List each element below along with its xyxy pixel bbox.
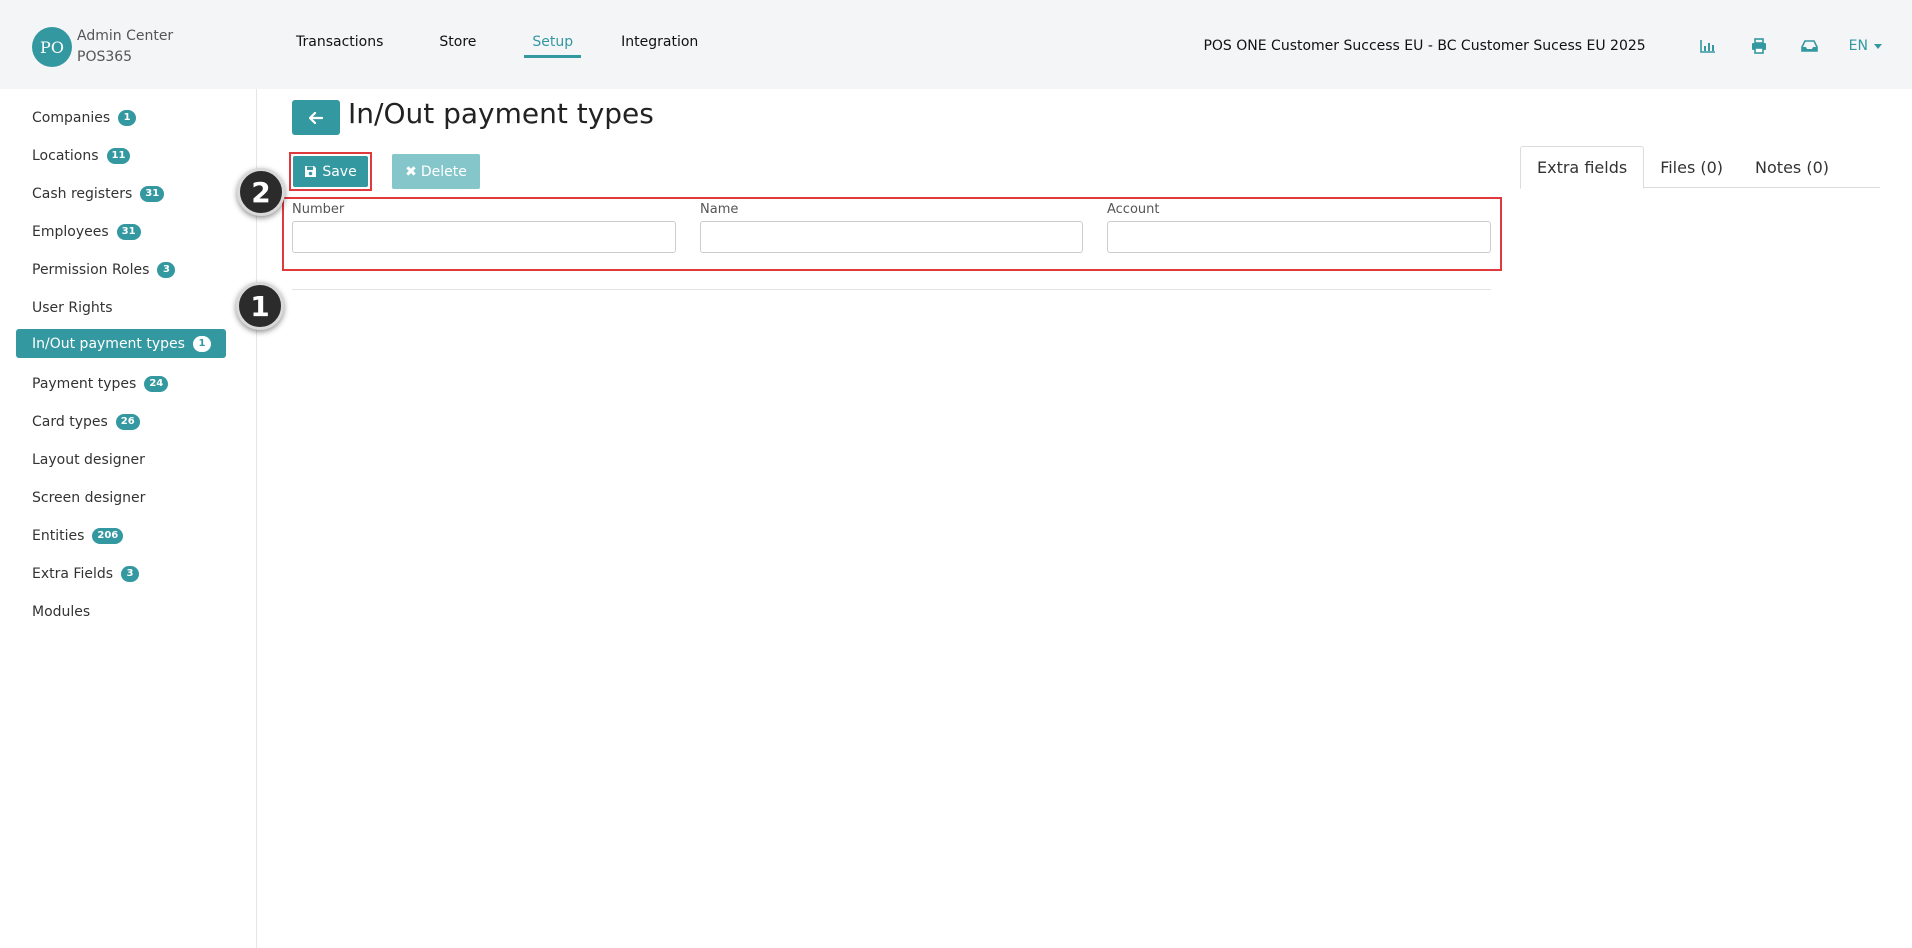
sidebar-item-label: In/Out payment types xyxy=(32,335,185,352)
sidebar-item-extra-fields[interactable]: Extra Fields 3 xyxy=(16,559,226,588)
organization-name[interactable]: POS ONE Customer Success EU - BC Custome… xyxy=(1203,38,1645,54)
sidebar-item-label: Companies xyxy=(32,109,111,126)
delete-label: Delete xyxy=(420,163,467,180)
language-label: EN xyxy=(1848,38,1868,54)
top-bar: PO Admin Center POS365 Transactions Stor… xyxy=(0,0,1912,89)
number-label: Number xyxy=(292,202,345,217)
main-nav: Transactions Store Setup Integration xyxy=(296,34,698,58)
language-select[interactable]: EN xyxy=(1849,38,1882,54)
sidebar-item-payment-types[interactable]: Payment types 24 xyxy=(16,369,226,398)
number-input[interactable] xyxy=(292,221,676,253)
arrow-left-icon xyxy=(309,111,323,124)
count-badge: 3 xyxy=(157,261,176,278)
sidebar-item-companies[interactable]: Companies 1 xyxy=(16,103,226,132)
sidebar-item-user-rights[interactable]: User Rights xyxy=(16,293,226,322)
sidebar-item-label: Modules xyxy=(32,603,91,620)
side-tabs: Extra fields Files (0) Notes (0) xyxy=(1520,146,1880,189)
bar-chart-icon[interactable] xyxy=(1699,37,1717,55)
count-badge: 24 xyxy=(144,375,169,392)
tab-notes[interactable]: Notes (0) xyxy=(1739,146,1845,188)
sidebar-item-layout-designer[interactable]: Layout designer xyxy=(16,445,226,474)
name-label: Name xyxy=(700,202,739,217)
chevron-down-icon xyxy=(1874,43,1882,49)
sidebar-item-label: Extra Fields xyxy=(32,565,114,582)
sidebar-item-label: Screen designer xyxy=(32,489,146,506)
sidebar-item-label: Card types xyxy=(32,413,108,430)
sidebar-item-label: Layout designer xyxy=(32,451,145,468)
sidebar-item-employees[interactable]: Employees 31 xyxy=(16,217,226,246)
step-marker-2: 2 xyxy=(237,168,285,216)
tab-extra-fields[interactable]: Extra fields xyxy=(1520,146,1645,189)
sidebar-item-label: Payment types xyxy=(32,375,137,392)
sidebar-item-entities[interactable]: Entities 206 xyxy=(16,521,226,550)
count-badge: 11 xyxy=(106,147,131,164)
brand[interactable]: PO Admin Center POS365 xyxy=(32,26,173,68)
count-badge: 206 xyxy=(92,527,124,544)
delete-button[interactable]: ✖ Delete xyxy=(392,154,480,189)
sidebar-item-screen-designer[interactable]: Screen designer xyxy=(16,483,226,512)
print-icon[interactable] xyxy=(1750,37,1768,55)
count-badge: 26 xyxy=(115,413,140,430)
company-avatar[interactable]: PO xyxy=(32,27,72,67)
sidebar-item-label: Cash registers xyxy=(32,185,133,202)
sidebar-item-locations[interactable]: Locations 11 xyxy=(16,141,226,170)
sidebar-item-card-types[interactable]: Card types 26 xyxy=(16,407,226,436)
count-badge: 1 xyxy=(118,109,137,126)
sidebar-item-label: User Rights xyxy=(32,299,113,316)
nav-integration[interactable]: Integration xyxy=(621,34,698,58)
save-button[interactable]: Save xyxy=(293,156,368,187)
sidebar-item-label: Entities xyxy=(32,527,85,544)
nav-store[interactable]: Store xyxy=(439,34,476,58)
count-badge: 1 xyxy=(192,335,211,352)
count-badge: 31 xyxy=(116,223,141,240)
nav-transactions[interactable]: Transactions xyxy=(296,34,383,58)
count-badge: 31 xyxy=(140,185,165,202)
sidebar-item-label: Employees xyxy=(32,223,109,240)
sidebar-item-label: Permission Roles xyxy=(32,261,150,278)
floppy-disk-icon xyxy=(305,166,317,177)
inbox-icon[interactable] xyxy=(1801,37,1819,55)
account-label: Account xyxy=(1107,202,1160,217)
divider xyxy=(292,289,1491,290)
sidebar-item-cash-registers[interactable]: Cash registers 31 xyxy=(16,179,226,208)
tab-files[interactable]: Files (0) xyxy=(1644,146,1739,188)
account-input[interactable] xyxy=(1107,221,1491,253)
close-icon: ✖ xyxy=(405,163,417,180)
back-button[interactable] xyxy=(292,100,340,135)
count-badge: 3 xyxy=(121,565,140,582)
app-title: Admin Center xyxy=(77,28,174,44)
name-input[interactable] xyxy=(700,221,1083,253)
sidebar-item-modules[interactable]: Modules xyxy=(16,597,226,626)
sidebar-item-in-out-payment-types[interactable]: In/Out payment types 1 xyxy=(16,329,226,358)
sidebar-item-permission-roles[interactable]: Permission Roles 3 xyxy=(16,255,226,284)
sidebar: Companies 1 Locations 11 Cash registers … xyxy=(0,89,257,948)
step-marker-1: 1 xyxy=(236,282,284,330)
app-subtitle: POS365 xyxy=(77,49,133,65)
nav-setup[interactable]: Setup xyxy=(524,34,582,58)
page-title: In/Out payment types xyxy=(348,97,654,130)
save-label: Save xyxy=(322,163,357,180)
sidebar-item-label: Locations xyxy=(32,147,99,164)
